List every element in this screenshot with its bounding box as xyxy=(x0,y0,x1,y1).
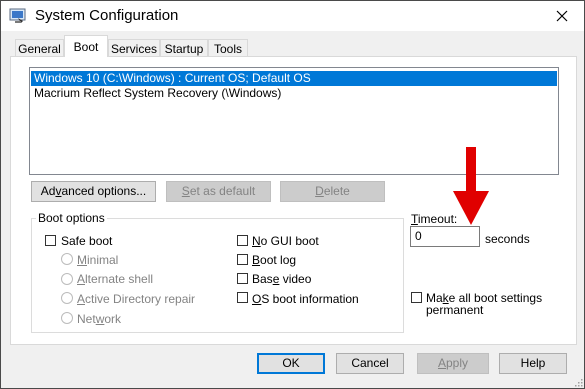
apply-button[interactable]: Apply xyxy=(417,353,489,374)
red-arrow-annotation-icon xyxy=(453,147,489,225)
network-radio[interactable] xyxy=(61,312,73,324)
no-gui-boot-checkbox[interactable] xyxy=(237,235,248,246)
boot-options-label: Boot options xyxy=(36,211,107,225)
system-configuration-window: System Configuration General Boot Servic… xyxy=(0,0,585,389)
no-gui-boot-label: No GUI boot xyxy=(252,234,319,248)
network-label: Network xyxy=(77,312,122,326)
tab-services[interactable]: Services xyxy=(108,39,160,57)
active-directory-repair-radio[interactable] xyxy=(61,292,73,304)
resize-grip-icon[interactable] xyxy=(573,377,583,387)
close-icon xyxy=(556,10,568,22)
tab-general[interactable]: General xyxy=(15,39,64,57)
title-bar[interactable]: System Configuration xyxy=(1,1,584,31)
advanced-options-button[interactable]: Advanced options... xyxy=(31,181,156,202)
make-permanent-checkbox[interactable] xyxy=(411,292,422,303)
boot-entry-label: Macrium Reflect System Recovery (\Window… xyxy=(34,86,282,100)
boot-entry-windows10[interactable]: Windows 10 (C:\Windows) : Current OS; De… xyxy=(31,71,557,86)
help-button[interactable]: Help xyxy=(499,353,567,374)
active-directory-repair-label: Active Directory repair xyxy=(77,292,196,306)
close-button[interactable] xyxy=(540,1,584,31)
ok-button[interactable]: OK xyxy=(257,353,325,374)
timeout-unit-label: seconds xyxy=(485,232,530,246)
tab-boot[interactable]: Boot xyxy=(64,35,108,57)
boot-log-checkbox[interactable] xyxy=(237,254,248,265)
alternate-shell-label: Alternate shell xyxy=(77,272,154,286)
boot-entry-label: Windows 10 (C:\Windows) : Current OS; De… xyxy=(34,71,311,85)
window-title: System Configuration xyxy=(35,7,179,24)
os-boot-information-label: OS boot information xyxy=(252,292,359,306)
cancel-button[interactable]: Cancel xyxy=(336,353,404,374)
timeout-input[interactable]: 0 xyxy=(410,226,480,247)
os-boot-information-checkbox[interactable] xyxy=(237,292,248,303)
tab-startup[interactable]: Startup xyxy=(160,39,208,57)
boot-entry-macrium[interactable]: Macrium Reflect System Recovery (\Window… xyxy=(31,86,557,101)
set-as-default-button[interactable]: Set as default xyxy=(166,181,271,202)
minimal-radio[interactable] xyxy=(61,253,73,265)
boot-log-label: Boot log xyxy=(252,253,297,267)
system-configuration-icon xyxy=(9,8,26,23)
alternate-shell-radio[interactable] xyxy=(61,273,73,285)
safe-boot-label: Safe boot xyxy=(61,234,113,248)
base-video-checkbox[interactable] xyxy=(237,273,248,284)
tab-tools[interactable]: Tools xyxy=(208,39,248,57)
base-video-label: Base video xyxy=(252,272,312,286)
make-permanent-label-line2: permanent xyxy=(426,303,484,317)
minimal-label: Minimal xyxy=(77,253,119,267)
timeout-label: Timeout: xyxy=(411,212,458,226)
safe-boot-checkbox[interactable] xyxy=(45,235,56,246)
delete-button[interactable]: Delete xyxy=(280,181,385,202)
